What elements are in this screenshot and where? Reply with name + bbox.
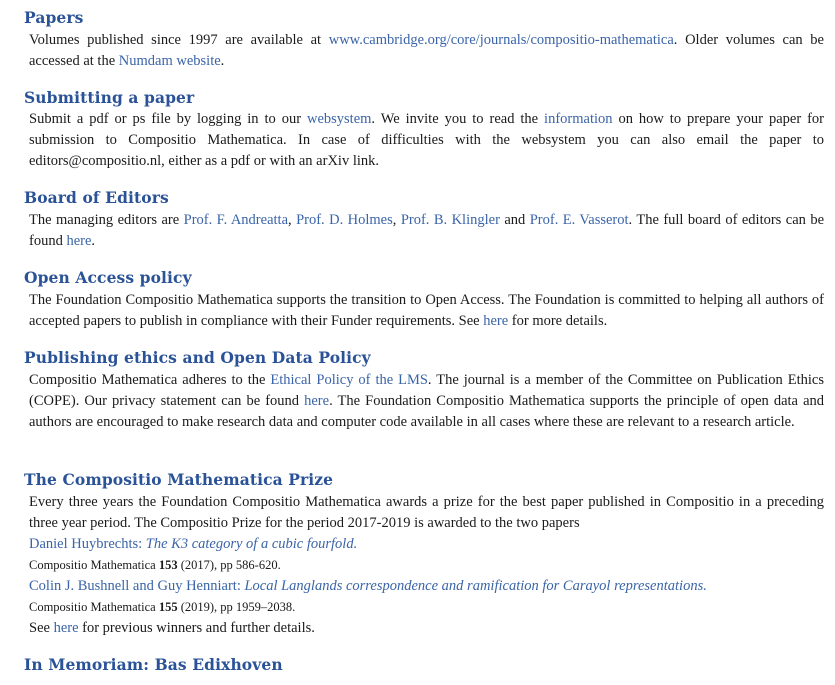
prize-paper-2: Colin J. Bushnell and Guy Henniart: Loca… bbox=[29, 576, 707, 597]
prize-paper-2-citation: Compositio Mathematica 155 (2019), pp 19… bbox=[29, 600, 296, 614]
open-access-heading: Open Access policy bbox=[24, 268, 192, 287]
prize-paper-1-link[interactable]: Daniel Huybrechts: The K3 category of a … bbox=[29, 536, 357, 552]
prize-paper-1: Daniel Huybrechts: The K3 category of a … bbox=[29, 534, 357, 555]
submitting-heading: Submitting a paper bbox=[24, 88, 195, 107]
holmes-link[interactable]: Prof. D. Holmes bbox=[296, 212, 393, 228]
ethics-heading: Publishing ethics and Open Data Policy bbox=[24, 348, 371, 367]
prize-heading: The Compositio Mathematica Prize bbox=[24, 470, 334, 489]
board-paragraph: The managing editors are Prof. F. Andrea… bbox=[29, 212, 825, 249]
papers-paragraph: Volumes published since 1997 are availab… bbox=[29, 32, 824, 69]
vasserot-link[interactable]: Prof. E. Vasserot bbox=[530, 212, 629, 228]
privacy-here-link[interactable]: here bbox=[304, 393, 329, 409]
websystem-link[interactable]: websystem bbox=[307, 111, 371, 127]
cambridge-link[interactable]: www.cambridge.org/core/journals/composit… bbox=[329, 32, 674, 48]
papers-heading: Papers bbox=[24, 8, 84, 27]
journal-info-page: Papers Volumes published since 1997 are … bbox=[0, 0, 835, 685]
lms-policy-link[interactable]: Ethical Policy of the LMS bbox=[270, 372, 428, 388]
information-link[interactable]: information bbox=[544, 111, 612, 127]
board-heading: Board of Editors bbox=[24, 188, 169, 207]
prize-here-link[interactable]: here bbox=[54, 620, 79, 636]
submitting-paragraph: Submit a pdf or ps file by logging in to… bbox=[29, 111, 824, 169]
open-access-here-link[interactable]: here bbox=[483, 313, 508, 329]
klingler-link[interactable]: Prof. B. Klingler bbox=[401, 212, 500, 228]
prize-outro: See here for previous winners and furthe… bbox=[29, 620, 315, 636]
prize-paper-2-link[interactable]: Colin J. Bushnell and Guy Henniart: Loca… bbox=[29, 578, 707, 594]
numdam-link[interactable]: Numdam website bbox=[119, 53, 221, 69]
board-here-link[interactable]: here bbox=[66, 233, 91, 249]
prize-paper-1-citation: Compositio Mathematica 153 (2017), pp 58… bbox=[29, 558, 281, 572]
prize-intro: Every three years the Foundation Composi… bbox=[29, 494, 824, 531]
open-access-paragraph: The Foundation Compositio Mathematica su… bbox=[29, 292, 824, 329]
memoriam-heading[interactable]: In Memoriam: Bas Edixhoven bbox=[24, 655, 283, 675]
andreatta-link[interactable]: Prof. F. Andreatta bbox=[184, 212, 288, 228]
ethics-paragraph: Compositio Mathematica adheres to the Et… bbox=[29, 372, 824, 430]
